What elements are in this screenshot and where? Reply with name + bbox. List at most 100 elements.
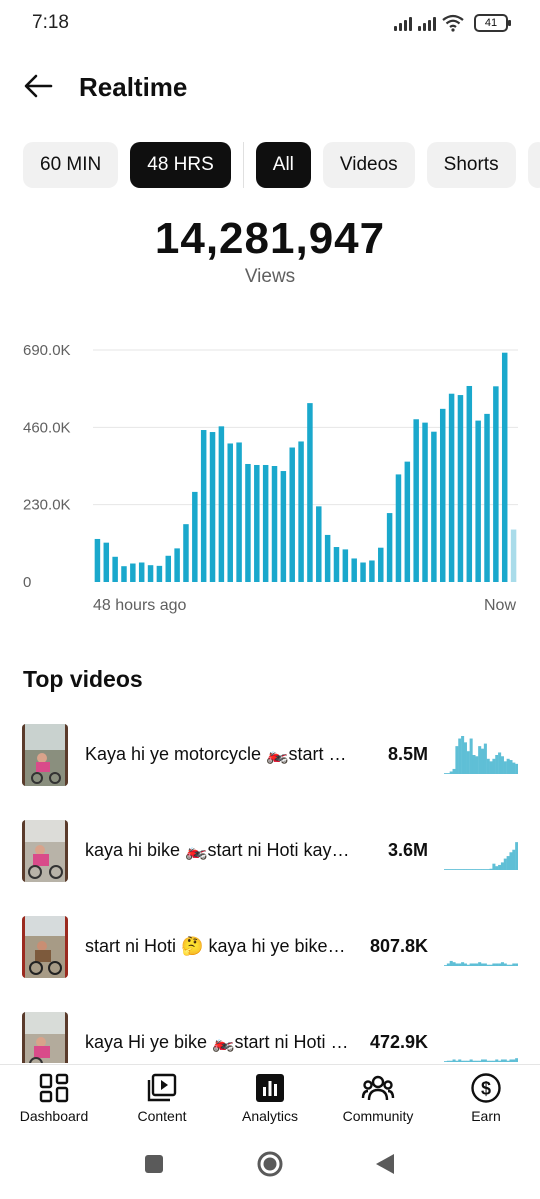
- video-title-3: start ni Hoti 🤔 kaya hi ye bike start ni…: [85, 936, 350, 956]
- sparkline-bar: [458, 869, 462, 870]
- page-title: Realtime: [79, 72, 188, 102]
- back-system-button[interactable]: [374, 1152, 396, 1181]
- sparkline-bar: [515, 763, 518, 774]
- system-nav: [0, 1130, 540, 1199]
- chart-bar-42: [457, 395, 464, 582]
- sparkline-bar: [500, 962, 504, 966]
- sparkline-bar: [515, 1058, 518, 1062]
- nav-dashboard[interactable]: Dashboard: [0, 1071, 108, 1129]
- chart-bar-19: [254, 464, 260, 582]
- sparkline-bar: [472, 963, 476, 966]
- y-tick-label-1: 230.0K: [23, 497, 71, 514]
- nav-community-label: Community: [342, 1108, 414, 1124]
- battery-icon: 41: [474, 14, 511, 32]
- chart-bar-14: [209, 432, 216, 582]
- chart-bar-11: [183, 524, 189, 582]
- circle-icon: [257, 1151, 283, 1177]
- video-sparkline-1: [444, 736, 518, 774]
- sparkline-bar: [478, 869, 482, 870]
- sparkline-bar: [506, 758, 510, 774]
- recents-button[interactable]: [144, 1154, 164, 1179]
- bottom-nav: Dashboard Content Analytics Community $ …: [0, 1064, 540, 1130]
- chart-bar-30: [351, 558, 357, 582]
- sparkline-bar: [478, 1060, 482, 1062]
- chart-bar-28: [333, 547, 340, 582]
- sparkline-bar: [503, 1059, 507, 1062]
- video-row-4[interactable]: kaya Hi ye bike 🏍️start ni Hoti kaya hi …: [0, 998, 540, 1063]
- sparkline-bar: [500, 756, 504, 774]
- sparkline-bar: [478, 746, 482, 774]
- sparkline-bar: [475, 1060, 479, 1062]
- chart-bar-23: [289, 447, 295, 582]
- nav-earn[interactable]: $ Earn: [432, 1071, 540, 1129]
- home-button[interactable]: [256, 1150, 284, 1183]
- sparkline-bar: [489, 964, 493, 966]
- nav-content[interactable]: Content: [108, 1071, 216, 1129]
- chart-bar-43: [466, 385, 473, 582]
- chip-divider: [242, 142, 244, 188]
- sparkline-bar: [483, 869, 487, 870]
- sparkline-bar: [495, 755, 499, 774]
- chart-bar-48: [510, 529, 517, 582]
- video-row-1[interactable]: Kaya hi ye motorcycle 🏍️start ni Hoti ka…: [0, 710, 540, 806]
- sparkline-bar: [483, 963, 487, 966]
- sparkline-bar: [492, 758, 496, 774]
- video-row-2[interactable]: kaya hi bike 🏍️start ni Hoti kaya hi ye …: [0, 806, 540, 902]
- sparkline-bar: [452, 962, 456, 966]
- sparkline-bar: [503, 761, 507, 774]
- video-views-1: 8.5M: [387, 744, 428, 764]
- nav-analytics[interactable]: Analytics: [216, 1071, 324, 1129]
- sparkline-bar: [444, 869, 448, 870]
- video-thumbnail-1: [22, 724, 68, 786]
- chart-bar-6: [138, 562, 145, 582]
- sparkline-bar: [481, 1059, 485, 1062]
- sparkline-bar: [483, 743, 487, 774]
- sparkline-bar: [449, 1060, 453, 1062]
- chart-bar-25: [307, 403, 313, 582]
- sparkline-bar: [492, 963, 496, 966]
- sparkline-bar: [469, 1059, 473, 1062]
- filter-chips: 60 MIN 48 HRS All Videos Shorts: [23, 142, 540, 188]
- earn-icon: $: [469, 1071, 503, 1105]
- sparkline-bar: [455, 1060, 459, 1062]
- nav-community[interactable]: Community: [324, 1071, 432, 1129]
- chart-bar-4: [121, 566, 127, 582]
- chart-bar-36: [404, 461, 411, 582]
- chart-bar-18: [245, 463, 251, 582]
- sparkline-bar: [444, 1061, 448, 1062]
- sparkline-bar: [472, 755, 476, 774]
- status-icons: 41: [394, 14, 511, 32]
- chart-bar-13: [200, 430, 207, 582]
- y-tick-label-3: 690.0K: [23, 342, 71, 359]
- chart-bar-29: [342, 549, 349, 582]
- chart-bar-40: [439, 408, 446, 582]
- chip-all[interactable]: All: [255, 142, 311, 188]
- y-tick-label-2: 460.0K: [23, 419, 71, 436]
- chip-48-hrs[interactable]: 48 HRS: [130, 142, 231, 188]
- sparkline-bar: [458, 963, 462, 966]
- views-bar-chart: 0 230.0K 460.0K 690.0K 48 hours ago Now: [23, 342, 518, 614]
- back-button[interactable]: [18, 68, 58, 104]
- status-time: 7:18: [32, 12, 69, 33]
- chip-60-min[interactable]: 60 MIN: [23, 142, 119, 188]
- sparkline-bar: [503, 963, 507, 966]
- sparkline-bar: [509, 760, 513, 774]
- sparkline-bar: [506, 1060, 510, 1062]
- video-row-3[interactable]: start ni Hoti 🤔 kaya hi ye bike start ni…: [0, 902, 540, 998]
- video-thumbnail-3: [22, 916, 68, 978]
- chip-more[interactable]: [527, 142, 540, 188]
- sparkline-bar: [498, 1060, 502, 1062]
- chart-bar-9: [165, 555, 172, 582]
- dashboard-icon: [37, 1071, 71, 1105]
- sparkline-bar: [509, 964, 513, 966]
- video-title-4: kaya Hi ye bike 🏍️start ni Hoti kaya hi …: [85, 1032, 350, 1052]
- video-thumbnail-4: [22, 1012, 68, 1063]
- wifi-icon: [442, 14, 464, 32]
- sparkline-bar: [506, 856, 510, 870]
- chip-shorts[interactable]: Shorts: [426, 142, 516, 188]
- chart-bar-10: [174, 548, 180, 582]
- video-sparkline-2: [444, 842, 518, 870]
- arrow-left-icon: [24, 74, 53, 98]
- chip-videos[interactable]: Videos: [322, 142, 415, 188]
- sparkline-bar: [489, 1060, 493, 1062]
